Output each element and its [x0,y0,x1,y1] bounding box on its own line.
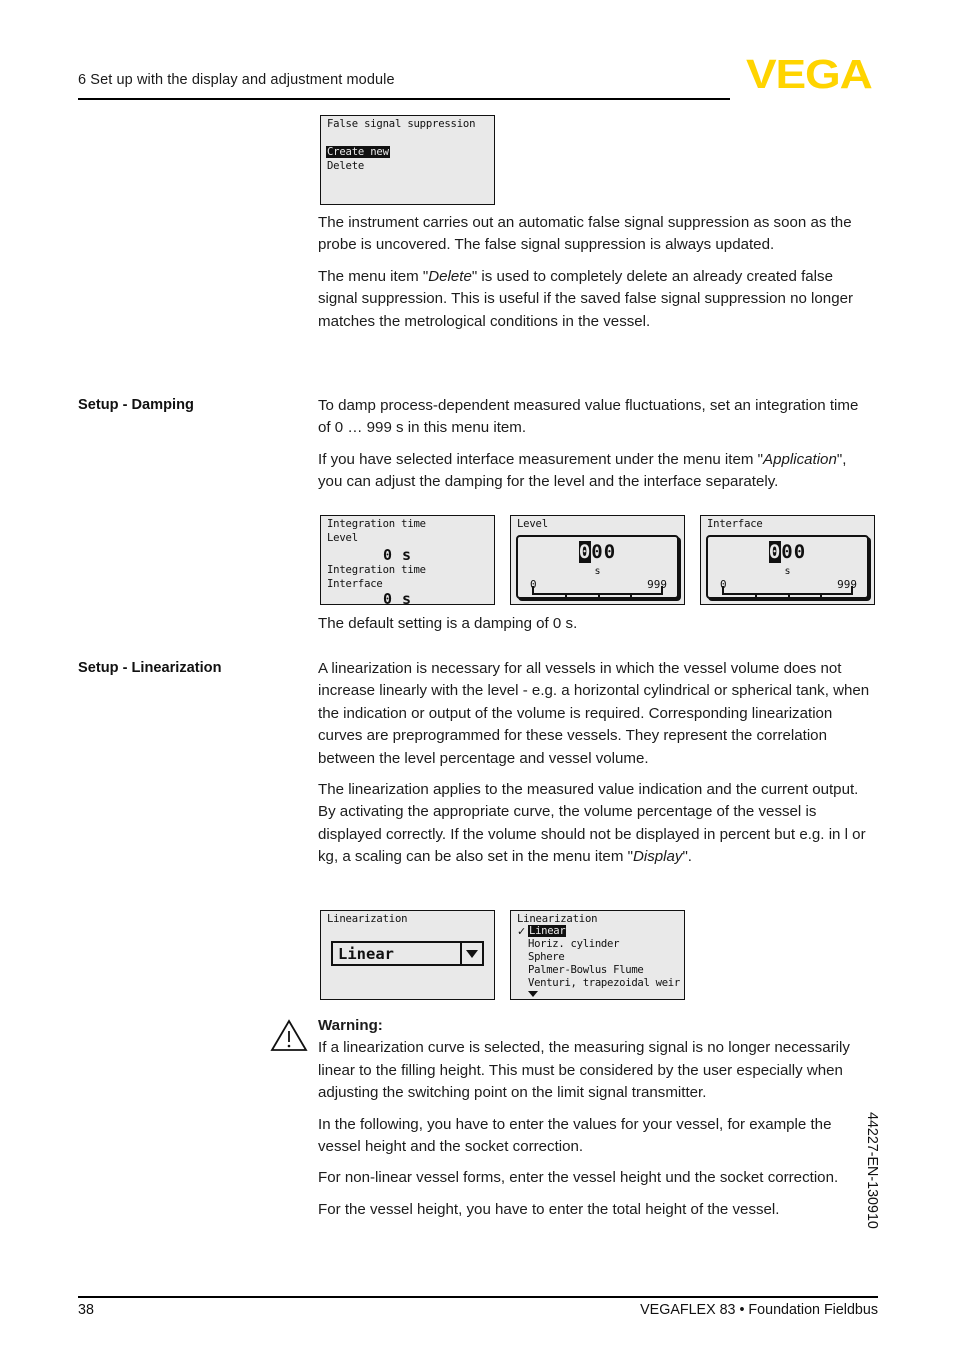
scale-tick [722,586,724,595]
list-item-venturi-trapezoidal-weir[interactable]: Venturi, trapezoidal weir [528,977,680,989]
display-interface-damping: Interface 000 s 0 999 [700,515,875,605]
section-label-damping: Setup - Damping [78,397,194,413]
remaining-digits: 00 [591,541,617,563]
scale-tick [820,593,823,599]
display-bezel: 000 s 0 999 [706,535,869,599]
display-title: Linearization [327,913,408,925]
document-code-vertical: 44227-EN-130910 [864,1112,880,1229]
checkmark-icon: ✓ [517,925,527,938]
display-false-signal-suppression: False signal suppression Create new Dele… [320,115,495,205]
scale-axis [722,586,853,599]
remaining-digits: 00 [781,541,807,563]
interface-damping-value[interactable]: 000 [708,541,867,563]
paragraph: For the vessel height, you have to enter… [318,1200,780,1218]
level-damping-value[interactable]: 000 [518,541,677,563]
scale-tick [754,593,757,599]
scale-max-label: 999 [647,578,667,591]
menu-item-delete[interactable]: Delete [327,160,364,172]
header-divider [78,98,730,100]
display-title: False signal suppression [327,118,476,130]
display-level-damping: Level 000 s 0 999 [510,515,685,605]
selected-digit[interactable]: 0 [578,541,592,563]
damping-default-text: The default setting is a damping of 0 s. [318,613,874,635]
scale-tick [630,593,633,599]
level-damping-unit: s [594,566,601,577]
damping-text-block: To damp process-dependent measured value… [318,395,874,494]
integration-time-level-value: 0 s [383,546,412,564]
paragraph: If you have selected interface measureme… [318,449,874,494]
list-item-sphere[interactable]: Sphere [528,951,565,963]
list-item-linear[interactable]: Linear [528,925,567,937]
linearization-dropdown[interactable]: Linear [331,941,484,966]
selected-digit[interactable]: 0 [768,541,782,563]
text-part: The linearization applies to the measure… [318,781,866,866]
paragraph: The linearization applies to the measure… [318,779,874,869]
integration-time-interface-value: 0 s [383,590,412,605]
scale-tick [787,593,790,599]
false-signal-text-block: The instrument carries out an automatic … [318,212,874,333]
scale-tick [564,593,567,599]
paragraph: To damp process-dependent measured value… [318,397,859,437]
paragraph: In the following, you have to enter the … [318,1115,832,1156]
paragraph: For non-linear vessel forms, enter the v… [318,1169,839,1187]
text-part: ". [682,848,693,866]
footer-divider [78,1296,878,1298]
list-item-palmer-bowlus-flume[interactable]: Palmer-Bowlus Flume [528,964,644,976]
text-part: If you have selected interface measureme… [318,450,763,468]
display-linearization-select: Linearization Linear [320,910,495,1000]
display-title: Interface [707,518,763,530]
scale-max-label: 999 [837,578,857,591]
integration-time-label-2: Integration time [327,564,426,576]
scale-tick [597,593,600,599]
emphasis-delete: Delete [428,267,472,285]
scale-tick [851,586,853,595]
display-title: Linearization [517,913,598,925]
integration-time-level-label: Level [327,532,358,544]
emphasis-display: Display [632,848,683,866]
display-title: Level [517,518,548,530]
warning-body: If a linearization curve is selected, th… [318,1039,850,1102]
paragraph: The default setting is a damping of 0 s. [318,615,578,632]
page-number: 38 [78,1302,94,1318]
vega-logo: VEGA [746,51,873,97]
linearization-selected-value: Linear [338,945,394,963]
paragraph: The instrument carries out an automatic … [318,214,852,254]
interface-damping-unit: s [784,566,791,577]
emphasis-application: Application [763,450,837,468]
warning-text-block: Warning: If a linearization curve is sele… [318,1015,874,1221]
list-item-horiz-cylinder[interactable]: Horiz. cylinder [528,938,619,950]
linearization-text-block: A linearization is necessary for all ves… [318,658,874,869]
chevron-down-icon [466,950,478,958]
paragraph: Warning: If a linearization curve is sele… [318,1015,874,1105]
chapter-title: 6 Set up with the display and adjustment… [78,72,395,88]
integration-time-label-1: Integration time [327,518,426,530]
scale-axis [532,586,663,599]
paragraph: A linearization is necessary for all ves… [318,660,870,767]
display-linearization-list: Linearization ✓ Linear Horiz. cylinder S… [510,910,685,1000]
warning-triangle-icon [270,1018,308,1052]
scroll-down-arrow-icon[interactable] [528,991,538,997]
document-page: 6 Set up with the display and adjustment… [0,0,954,1354]
warning-title: Warning: [318,1017,383,1034]
scale-tick [661,586,663,595]
display-bezel: 000 s 0 999 [516,535,679,599]
display-integration-time: Integration time Level 0 s Integration t… [320,515,495,605]
paragraph: The menu item "Delete" is used to comple… [318,266,874,333]
footer-document-title: VEGAFLEX 83 • Foundation Fieldbus [640,1302,878,1318]
scale-tick [532,586,534,595]
section-label-linearization: Setup - Linearization [78,660,222,676]
menu-item-create-new[interactable]: Create new [326,146,390,158]
page-header: 6 Set up with the display and adjustment… [78,54,878,116]
text-part: The menu item " [318,267,429,285]
integration-time-interface-label: Interface [327,578,383,590]
dropdown-arrow-button[interactable] [460,943,482,964]
